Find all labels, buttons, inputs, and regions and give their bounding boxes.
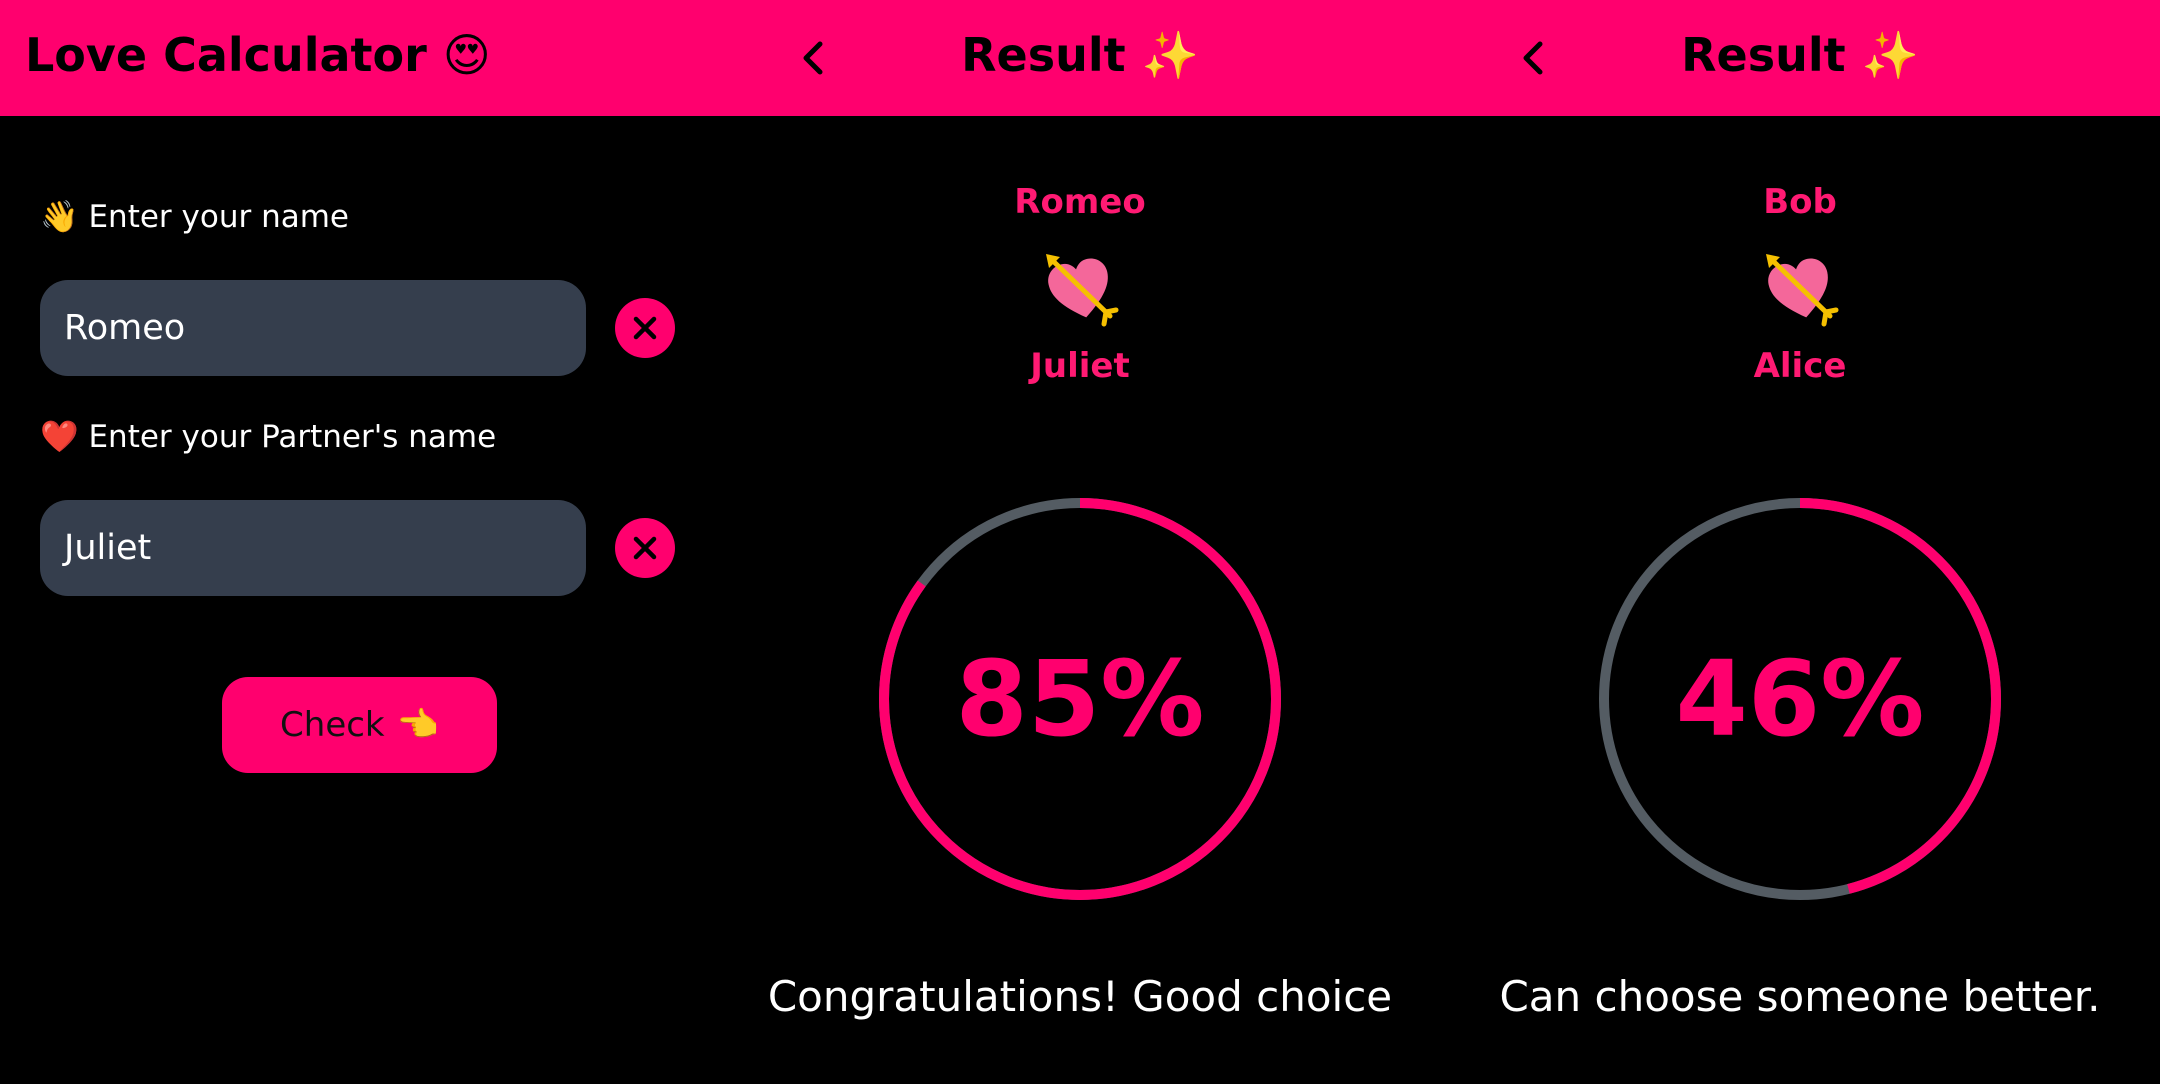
result-screen: Result ✨ Bob Alice 46% Can choose someon… [1440, 0, 2160, 1084]
heart-with-arrow-icon [1440, 248, 2160, 328]
pointing-hand-icon: 👈 [396, 705, 439, 745]
result-message: Congratulations! Good choice [767, 972, 1393, 1021]
name-input[interactable]: Romeo [40, 280, 586, 376]
second-name: Alice [1753, 346, 1847, 386]
heart-with-arrow-icon [720, 248, 1440, 328]
clear-partner-button[interactable] [615, 518, 675, 578]
result-title: Result ✨ [720, 0, 1440, 116]
result-title: Result ✨ [1440, 0, 2160, 116]
second-name: Juliet [1030, 346, 1130, 386]
partner-label: ❤️ Enter your Partner's name [40, 418, 496, 455]
first-name: Romeo [1014, 182, 1146, 222]
check-button[interactable]: Check 👈 [222, 677, 497, 773]
heart-eyes-icon: 😍 [442, 28, 491, 82]
close-icon [633, 536, 657, 560]
result-message: Can choose someone better. [1499, 972, 2101, 1021]
check-button-label: Check [280, 705, 385, 745]
app-title: Love Calculator 😍 [25, 0, 491, 116]
first-name: Bob [1763, 182, 1837, 222]
result-title-text: Result [961, 28, 1126, 82]
sparkles-icon: ✨ [1861, 28, 1919, 82]
calculator-screen: Love Calculator 😍 👋 Enter your name Rome… [0, 0, 720, 1084]
result-title-text: Result [1681, 28, 1846, 82]
app: Love Calculator 😍 👋 Enter your name Rome… [0, 0, 2160, 1084]
close-icon [633, 316, 657, 340]
app-bar: Result ✨ [720, 0, 1440, 116]
waving-hand-icon: 👋 [40, 199, 79, 235]
percent-value: 46% [1675, 638, 1925, 760]
result-screen: Result ✨ Romeo Juliet 85% Congratulation… [720, 0, 1440, 1084]
percent-value: 85% [955, 638, 1205, 760]
clear-name-button[interactable] [615, 298, 675, 358]
name-label-text: Enter your name [88, 199, 350, 235]
name-label: 👋 Enter your name [40, 198, 349, 235]
app-bar: Love Calculator 😍 [0, 0, 720, 116]
partner-input[interactable]: Juliet [40, 500, 586, 596]
partner-label-text: Enter your Partner's name [88, 419, 497, 455]
red-heart-icon: ❤️ [40, 419, 79, 455]
app-title-text: Love Calculator [25, 28, 427, 82]
sparkles-icon: ✨ [1141, 28, 1199, 82]
app-bar: Result ✨ [1440, 0, 2160, 116]
